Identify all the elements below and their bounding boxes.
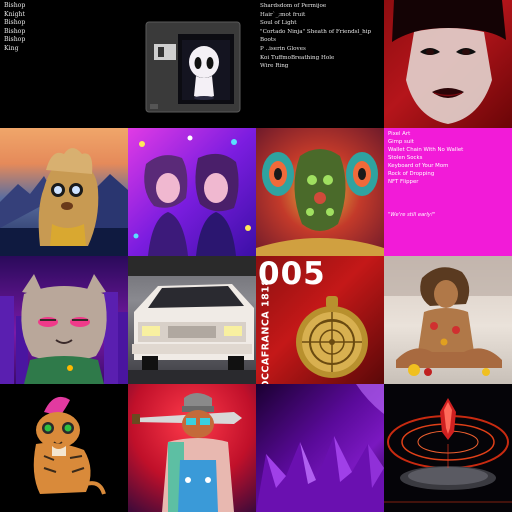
list-item: Wallet Chain With No Wallet xyxy=(388,147,464,153)
list-item: King xyxy=(4,44,19,52)
astrolabe-image xyxy=(296,296,368,378)
gallery-tile-glitch-list[interactable]: Shardsdom of Permijoe Hair`_;mot fruit S… xyxy=(256,0,384,128)
floppy-disk-alien-image xyxy=(145,21,241,113)
list-item: Gimp suit xyxy=(388,139,414,145)
list-item: Pixel Art xyxy=(388,131,411,137)
list-item: Knight xyxy=(4,10,26,18)
list-item: Bishop xyxy=(4,27,26,35)
fruit-woman-photo-image xyxy=(384,256,512,376)
list-item: P ..iserin Gloves xyxy=(260,45,306,52)
gallery-tile-fruit-photo[interactable] xyxy=(384,256,512,384)
purple-crystals-image xyxy=(256,384,384,512)
list-item: Wire Ring xyxy=(260,63,289,70)
list-item: Stolen Socks xyxy=(388,155,423,161)
neon-city-cat-image xyxy=(0,274,128,384)
gallery-tile-chess-list[interactable]: Bishop Knight Bishop Bishop Bishop King xyxy=(0,0,128,128)
red-gem-stage-image xyxy=(384,398,512,503)
psychedelic-skull-image xyxy=(256,149,384,256)
sword-farmer-image xyxy=(132,393,242,512)
list-item: "Cortado Ninja" Sheath of Friendsl_hip xyxy=(260,28,372,35)
chess-piece-list: Bishop Knight Bishop Bishop Bishop King xyxy=(4,2,25,54)
gallery-tile-psychedelic-skull[interactable] xyxy=(256,128,384,256)
gallery-tile-red-portrait[interactable] xyxy=(384,0,512,128)
list-item: Hair`_;mot fruit xyxy=(260,11,306,18)
list-item: Shardsdom of Permijoe xyxy=(260,3,327,9)
goggle-creature-image xyxy=(0,148,128,256)
mohawk-tiger-image xyxy=(33,396,106,495)
gallery-tile-sword-farmer[interactable] xyxy=(128,384,256,512)
red-lips-portrait-image xyxy=(392,0,506,124)
list-item: Bishop xyxy=(4,36,26,44)
gallery-tile-mohawk-tiger[interactable] xyxy=(0,384,128,512)
list-item: Boots xyxy=(260,37,276,44)
gallery-tile-floppy-alien[interactable] xyxy=(128,0,256,128)
trait-list: Pixel Art Gimp suit Wallet Chain With No… xyxy=(388,130,463,186)
list-item: Koi TuffmoBreathing Hole xyxy=(260,54,335,61)
list-item: Rock of Dropping xyxy=(388,171,435,177)
gallery-tile-cat-neon[interactable] xyxy=(0,256,128,384)
gallery-tile-pink-list[interactable]: Pixel Art Gimp suit Wallet Chain With No… xyxy=(384,128,512,256)
list-item: NFT Flipper xyxy=(388,179,419,185)
gallery-tile-red-gem[interactable] xyxy=(384,384,512,512)
gallery-tile-vintage-car[interactable] xyxy=(128,256,256,384)
gallery-tile-astrolabe[interactable]: 005 ROCCAFRANCA 1818 xyxy=(256,256,384,384)
tagline-quote: "We're still early!" xyxy=(388,212,436,218)
list-item: Bishop xyxy=(4,19,26,27)
vintage-car-image xyxy=(128,256,256,384)
gallery-tile-anime-couple[interactable] xyxy=(128,128,256,256)
nft-gallery-grid: Bishop Knight Bishop Bishop Bishop King xyxy=(0,0,512,512)
item-trait-list: Shardsdom of Permijoe Hair`_;mot fruit S… xyxy=(260,2,371,71)
list-item: Soul of Light xyxy=(260,20,297,27)
gallery-tile-furry-creature[interactable] xyxy=(0,128,128,256)
gallery-tile-purple-crystals[interactable] xyxy=(256,384,384,512)
anime-couple-image xyxy=(133,135,251,256)
list-item: Bishop xyxy=(4,2,26,9)
list-item: Keyboard of Your Mom xyxy=(388,163,449,169)
